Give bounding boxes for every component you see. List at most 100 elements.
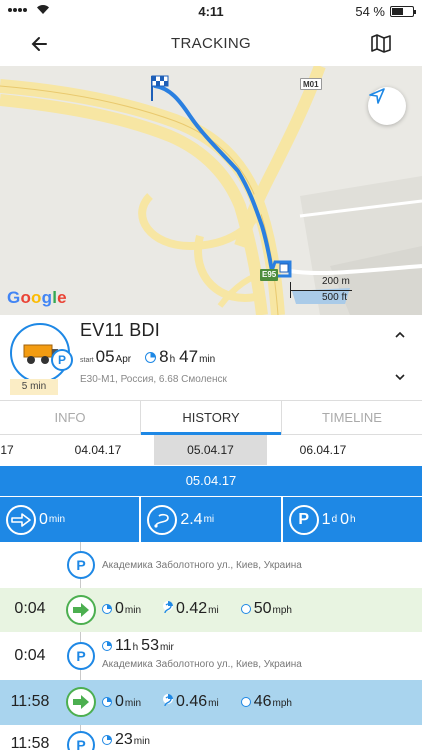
parking-icon: P <box>67 551 95 579</box>
vehicle-address: E30-M1, Россия, 6.68 Смоленск <box>80 374 227 385</box>
park-minutes: 53 <box>141 637 159 654</box>
duration-hours-unit: h <box>169 354 176 365</box>
summary-drive-value: 0 <box>39 510 48 528</box>
chevron-down-icon[interactable] <box>394 371 406 383</box>
date-strip[interactable]: 17 04.04.17 05.04.17 06.04.17 <box>0 435 422 465</box>
duration-minutes-unit: min <box>199 354 216 365</box>
chevron-up-icon[interactable] <box>394 329 406 341</box>
summary-park-hours-unit: h <box>350 514 356 525</box>
page-title: TRACKING <box>171 35 251 52</box>
date-item[interactable]: 17 <box>0 435 14 465</box>
drive-distance: 0.46 <box>176 693 208 710</box>
scale-imperial: 500 ft <box>322 292 348 303</box>
drive-start-time: 11:58 <box>10 693 50 710</box>
park-address: Академика Заболотного ул., Киев, Украина <box>102 560 302 571</box>
battery-percent: 54 % <box>355 4 385 19</box>
summary-park-hours: 0 <box>340 510 350 528</box>
scale-line <box>290 290 352 291</box>
app-header: TRACKING <box>0 22 422 66</box>
drive-stats: 0 min 0.42 mi 50 mph <box>102 600 314 618</box>
date-item-selected[interactable]: 05.04.17 <box>154 435 267 465</box>
drive-arrow-icon <box>6 504 36 535</box>
park-minutes-unit: mir <box>159 642 174 653</box>
map-view[interactable]: M01 E95 Google 200 m 500 ft <box>0 66 422 315</box>
summary-distance: 2.4 mi <box>139 497 280 542</box>
history-list[interactable]: P Академика Заболотного ул., Киев, Украи… <box>0 542 422 750</box>
summary-park-days-unit: d <box>331 514 338 525</box>
drive-distance-unit: mi <box>208 698 219 709</box>
park-hours: 11 <box>115 637 132 654</box>
update-badge: 5 min <box>10 379 58 395</box>
list-item-drive[interactable]: 0:04 0 min 0.42 mi 50 mph <box>0 588 422 632</box>
clock-icon <box>102 604 112 614</box>
list-item-park[interactable]: 11:58 P 23 min <box>0 725 422 750</box>
duration-minutes: 47 <box>179 347 199 366</box>
start-month: Apr <box>115 354 132 365</box>
date-item[interactable]: 04.04.17 <box>56 435 140 465</box>
parking-icon: P <box>51 349 73 371</box>
battery-icon <box>390 6 416 17</box>
google-logo: Google <box>7 288 67 307</box>
summary-distance-unit: mi <box>203 514 215 525</box>
tab-info[interactable]: INFO <box>0 401 140 434</box>
summary-drive-unit: min <box>48 514 66 525</box>
park-minutes: 23 <box>115 731 133 748</box>
tab-timeline[interactable]: TIMELINE <box>281 401 422 434</box>
park-hours-unit: h <box>132 642 139 653</box>
parking-icon: P <box>67 731 95 750</box>
map-canvas <box>0 66 422 315</box>
tab-history[interactable]: HISTORY <box>140 401 281 435</box>
status-bar: 4:11 54 % <box>0 0 422 22</box>
route-icon <box>163 601 174 614</box>
day-summary: 0 min 2.4 mi P 1 d 0 h <box>0 496 422 542</box>
duration-hours: 8 <box>159 347 169 366</box>
speedometer-icon <box>240 697 251 707</box>
drive-arrow-icon <box>66 687 96 717</box>
speedometer-icon <box>240 604 251 614</box>
summary-parking: P 1 d 0 h <box>280 497 422 542</box>
clock-icon <box>102 697 112 707</box>
map-icon[interactable] <box>370 32 392 54</box>
summary-park-days: 1 <box>321 510 331 528</box>
clock-icon <box>102 641 112 651</box>
drive-distance: 0.42 <box>176 600 208 617</box>
drive-duration: 0 <box>115 693 124 710</box>
scale-metric: 200 m <box>322 276 350 287</box>
drive-start-time: 0:04 <box>14 600 46 617</box>
drive-speed: 50 <box>253 600 272 617</box>
drive-duration-unit: min <box>124 605 142 616</box>
date-item[interactable]: 06.04.17 <box>281 435 365 465</box>
drive-speed-unit: mph <box>272 698 292 709</box>
drive-stats: 0 min 0.46 mi 46 mph <box>102 693 314 711</box>
drive-speed-unit: mph <box>272 605 292 616</box>
route-icon <box>147 504 178 535</box>
park-minutes-unit: min <box>133 736 150 747</box>
start-label: start <box>80 357 94 364</box>
road-label-e95: E95 <box>260 269 279 281</box>
start-day: 05 <box>95 347 115 366</box>
clock-icon <box>102 735 112 745</box>
navigation-arrow-icon <box>369 88 385 104</box>
summary-distance-value: 2.4 <box>180 510 203 528</box>
list-item-park[interactable]: P Академика Заболотного ул., Киев, Украи… <box>0 542 422 588</box>
clock-icon <box>145 352 157 363</box>
drive-duration-unit: min <box>124 698 142 709</box>
vehicle-card[interactable]: P 5 min EV11 BDI start 05 Apr 8 h 47 min… <box>0 315 422 400</box>
drive-speed: 46 <box>253 693 272 710</box>
battery-area: 54 % <box>355 4 416 19</box>
battery-level <box>392 8 403 15</box>
road-label-m01: M01 <box>300 78 322 90</box>
park-start-time: 11:58 <box>10 735 50 750</box>
vehicle-stats: start 05 Apr 8 h 47 min <box>80 347 215 367</box>
selected-day-header: 05.04.17 <box>0 466 422 496</box>
list-item-drive-selected[interactable]: 11:58 0 min 0.46 mi 46 mph <box>0 680 422 725</box>
list-item-park[interactable]: 0:04 P 11 h 53 mir Академика Заболотного ул… <box>0 632 422 680</box>
park-stats: 11 h 53 mir <box>102 637 196 655</box>
parking-icon: P <box>67 642 95 670</box>
park-stats: 23 min <box>102 731 172 749</box>
drive-arrow-icon <box>66 595 96 625</box>
summary-drive: 0 min <box>0 497 139 542</box>
park-start-time: 0:04 <box>14 647 46 664</box>
route-icon <box>163 694 174 707</box>
locate-button[interactable] <box>368 87 406 125</box>
